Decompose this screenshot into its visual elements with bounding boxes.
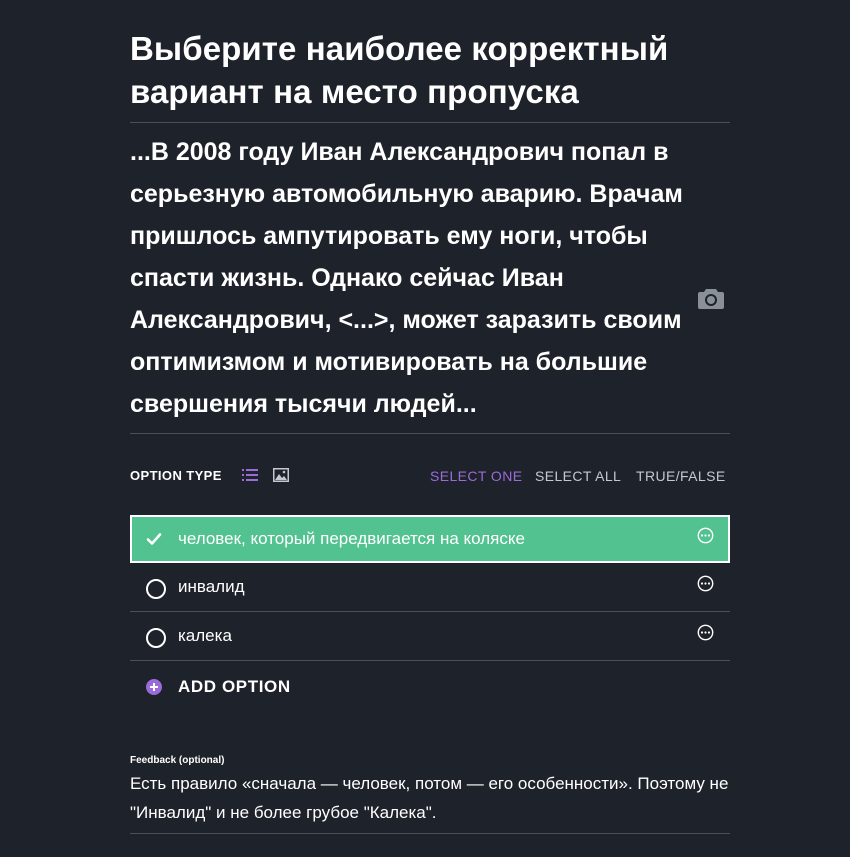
more-options-icon[interactable] — [697, 624, 714, 641]
option-label[interactable]: калека — [178, 626, 232, 646]
option-item[interactable]: человек, который передвигается на коляск… — [130, 515, 730, 563]
camera-icon[interactable] — [698, 287, 724, 309]
plus-circle-icon[interactable] — [146, 679, 162, 695]
mode-true-false[interactable]: TRUE/FALSE — [636, 468, 726, 484]
radio-button[interactable] — [146, 579, 166, 599]
question-editor: Выберите наиболее корректный вариант на … — [130, 0, 730, 834]
page-title: Выберите наиболее корректный вариант на … — [130, 30, 669, 110]
mode-select-one[interactable]: SELECT ONE — [430, 468, 522, 484]
more-options-icon[interactable] — [697, 575, 714, 592]
checkmark-icon — [146, 533, 162, 545]
question-block: ...В 2008 году Иван Александрович попал … — [130, 123, 730, 433]
list-icon[interactable] — [242, 468, 258, 482]
mode-select-all[interactable]: SELECT ALL — [535, 468, 621, 484]
add-option-button[interactable]: ADD OPTION — [130, 661, 730, 711]
image-icon[interactable] — [273, 468, 289, 482]
feedback-label: Feedback (optional) — [130, 755, 225, 766]
radio-button[interactable] — [146, 628, 166, 648]
option-type-label: OPTION TYPE — [130, 468, 222, 483]
option-label[interactable]: человек, который передвигается на коляск… — [178, 529, 525, 549]
option-label[interactable]: инвалид — [178, 577, 245, 597]
add-option-label[interactable]: ADD OPTION — [178, 677, 291, 697]
feedback-input[interactable]: Есть правило «сначала — человек, потом —… — [130, 769, 730, 827]
option-item[interactable]: калека — [130, 612, 730, 661]
option-type-bar: OPTION TYPE SELECT ONE SELECT ALL TRUE/F… — [130, 434, 730, 494]
question-text[interactable]: ...В 2008 году Иван Александрович попал … — [130, 131, 690, 425]
options-list: человек, который передвигается на коляск… — [130, 515, 730, 661]
option-item[interactable]: инвалид — [130, 563, 730, 612]
divider — [130, 833, 730, 834]
more-options-icon[interactable] — [697, 527, 714, 544]
